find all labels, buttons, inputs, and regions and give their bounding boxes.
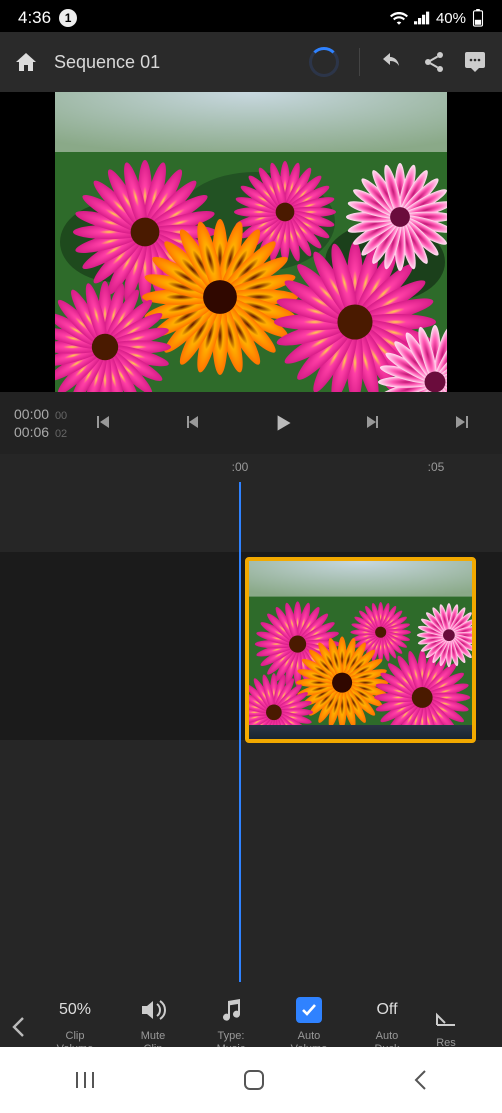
comment-button[interactable] xyxy=(462,50,488,74)
video-clip[interactable] xyxy=(245,557,476,743)
duration-time: 00:06 xyxy=(14,424,49,440)
options-scroll-left[interactable] xyxy=(0,1016,36,1038)
preview-image xyxy=(55,92,447,392)
step-forward-button[interactable] xyxy=(361,410,385,436)
current-time: 00:00 xyxy=(14,406,49,422)
status-time: 4:36 xyxy=(18,8,51,28)
reset-option[interactable]: Res xyxy=(426,1005,466,1050)
play-button[interactable] xyxy=(270,410,296,436)
playback-bar: 00:00 00 00:06 02 xyxy=(0,392,502,454)
system-nav-bar xyxy=(0,1047,502,1113)
clip-volume-value: 50% xyxy=(59,998,91,1022)
loading-spinner xyxy=(309,47,339,77)
toolbar-divider xyxy=(359,48,360,76)
speaker-icon xyxy=(140,999,166,1021)
reset-icon xyxy=(435,1007,457,1027)
skip-start-button[interactable] xyxy=(91,410,115,436)
back-nav-button[interactable] xyxy=(412,1069,428,1091)
home-nav-button[interactable] xyxy=(243,1069,265,1091)
battery-icon xyxy=(472,9,484,27)
skip-end-button[interactable] xyxy=(450,410,474,436)
app-toolbar: Sequence 01 xyxy=(0,32,502,92)
share-button[interactable] xyxy=(422,50,446,74)
timeline[interactable] xyxy=(0,482,502,982)
ruler-tick-0: :00 xyxy=(232,460,249,474)
timeline-ruler[interactable]: :00 :05 xyxy=(0,454,502,482)
undo-button[interactable] xyxy=(380,50,406,74)
auto-volume-checkbox[interactable] xyxy=(296,997,322,1023)
status-bar: 4:36 1 40% xyxy=(0,0,502,32)
notification-count: 1 xyxy=(59,9,77,27)
wifi-icon xyxy=(390,11,408,25)
step-back-button[interactable] xyxy=(180,410,204,436)
auto-duck-value: Off xyxy=(376,998,397,1022)
clip-audio-waveform xyxy=(249,725,472,739)
duration-frame: 02 xyxy=(55,428,67,440)
battery-text: 40% xyxy=(436,10,466,27)
signal-icon xyxy=(414,11,430,25)
preview-area[interactable] xyxy=(0,92,502,392)
music-note-icon xyxy=(220,998,242,1022)
playhead[interactable] xyxy=(239,482,241,982)
recents-button[interactable] xyxy=(74,1070,96,1090)
home-button[interactable] xyxy=(14,50,38,74)
current-frame: 00 xyxy=(55,410,67,422)
ruler-tick-5: :05 xyxy=(428,460,445,474)
sequence-title[interactable]: Sequence 01 xyxy=(54,52,160,73)
